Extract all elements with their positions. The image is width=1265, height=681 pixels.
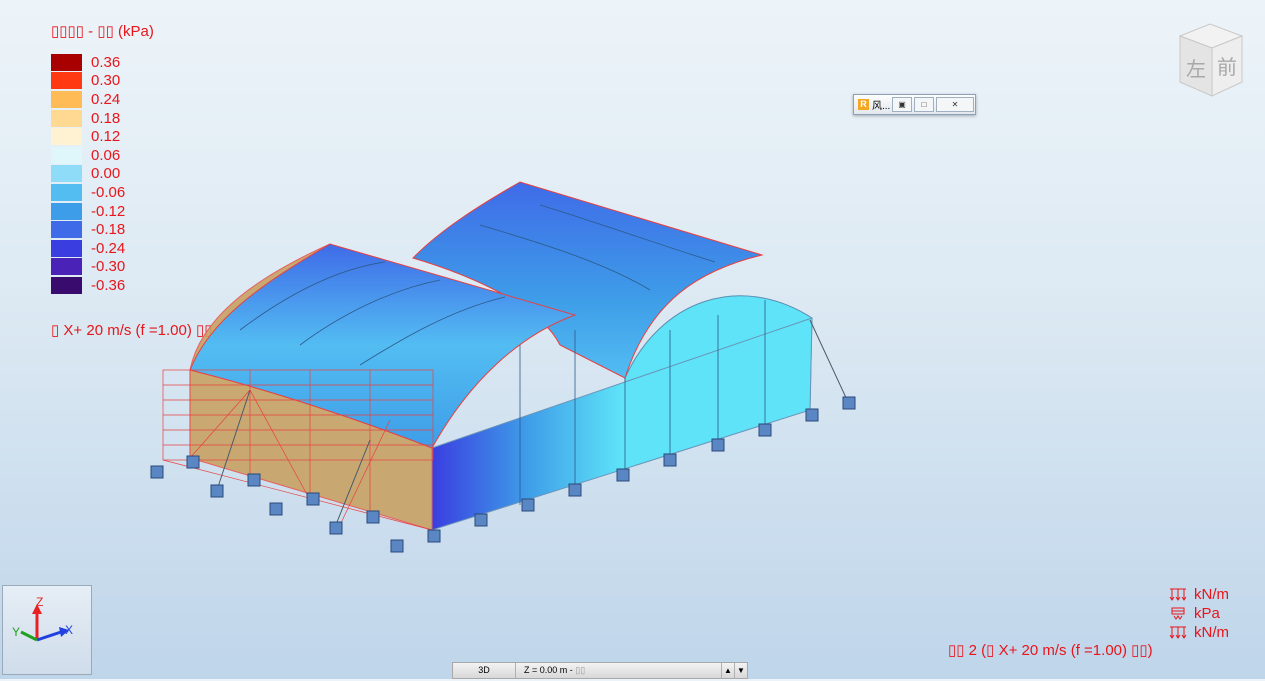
view-statusbar: 3D Z = 0.00 m - ▯▯ ▲ ▼ <box>452 662 748 679</box>
unit-row-line-load: kN/m <box>1168 585 1229 604</box>
axis-indicator: Z X Y <box>2 585 92 675</box>
pressure-load-icon <box>1171 607 1185 620</box>
z-level-selector[interactable]: Z = 0.00 m - ▯▯ <box>516 663 721 678</box>
load-case-title: ▯▯ 2 (▯ X+ 20 m/s (f =1.00) ▯▯) <box>948 642 1153 659</box>
units-legend: kN/m kPa kN/m <box>1168 585 1229 642</box>
level-up-button[interactable]: ▲ <box>721 663 734 678</box>
3d-model-view[interactable] <box>0 0 1265 679</box>
unit-text: kPa <box>1194 605 1220 622</box>
axis-z-label: Z <box>36 595 43 609</box>
z-level-suffix: ▯▯ <box>575 665 586 675</box>
line-load-icon <box>1169 626 1187 639</box>
unit-row-pressure: kPa <box>1168 604 1229 623</box>
axis-icon: Z X Y <box>12 595 73 642</box>
line-load-icon <box>1169 588 1187 601</box>
unit-text: kN/m <box>1194 586 1229 603</box>
view-mode-button[interactable]: 3D <box>453 663 516 678</box>
unit-text: kN/m <box>1194 624 1229 641</box>
unit-row-line-load-2: kN/m <box>1168 623 1229 642</box>
level-down-button[interactable]: ▼ <box>734 663 747 678</box>
axis-x-label: X <box>65 623 73 637</box>
axis-y-label: Y <box>12 625 20 639</box>
z-level-text: Z = 0.00 m - <box>524 665 576 675</box>
